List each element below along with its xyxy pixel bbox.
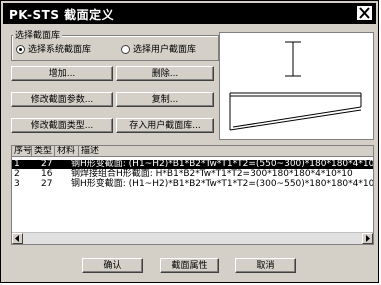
horizontal-scrollbar[interactable] xyxy=(12,232,373,244)
system-library-radio-label: 选择系统截面库 xyxy=(28,45,92,55)
ok-button[interactable]: 确认 xyxy=(82,258,143,273)
row-material: 钢 xyxy=(71,179,81,189)
section-properties-button[interactable]: 截面属性 xyxy=(160,258,219,273)
table-row[interactable]: 2 16 钢 焊接组合H形截面: H*B1*B2*Tw*T1*T2=300*18… xyxy=(12,170,373,179)
list-header: 序号 类型 材料 描述 xyxy=(12,146,373,157)
window-title: PK-STS 截面定义 xyxy=(9,8,115,22)
close-icon xyxy=(359,7,370,19)
modify-type-button[interactable]: 修改截面类型... xyxy=(11,118,113,133)
row-description: H形变截面: (H1~H2)*B1*B2*Tw*T1*T2=(550~300)*… xyxy=(80,159,374,169)
modify-params-button[interactable]: 修改截面参数... xyxy=(11,92,113,107)
column-header-description[interactable]: 描述 xyxy=(79,146,373,156)
column-header-material[interactable]: 材料 xyxy=(55,146,79,156)
h-section-icon xyxy=(285,41,301,77)
row-type: 16 xyxy=(41,169,53,179)
row-description: 焊接组合H形截面: H*B1*B2*Tw*T1*T2=300*180*180*4… xyxy=(80,169,353,179)
cancel-button[interactable]: 取消 xyxy=(235,258,296,273)
copy-button[interactable]: 复制... xyxy=(116,92,214,107)
scroll-left-button[interactable] xyxy=(12,233,23,244)
column-header-index[interactable]: 序号 xyxy=(12,146,32,156)
row-index: 3 xyxy=(14,179,20,189)
delete-button[interactable]: 删除... xyxy=(116,66,214,81)
column-header-type[interactable]: 类型 xyxy=(32,146,55,156)
section-library-group-label: 选择截面库 xyxy=(13,28,63,41)
section-drawing xyxy=(229,41,362,131)
arrow-left-icon xyxy=(15,235,19,242)
section-list[interactable]: 序号 类型 材料 描述 1 27 钢 H形变截面: (H1~H2)*B1*B2*… xyxy=(11,145,374,245)
table-row[interactable]: 1 27 钢 H形变截面: (H1~H2)*B1*B2*Tw*T1*T2=(55… xyxy=(12,160,373,169)
section-definition-dialog: PK-STS 截面定义 选择截面库 选择系统截面库 选择用户截面库 增加... … xyxy=(0,0,379,283)
section-preview xyxy=(219,32,374,140)
radio-indicator[interactable] xyxy=(16,45,25,54)
title-bar[interactable]: PK-STS 截面定义 xyxy=(3,3,376,24)
user-library-radio-label: 选择用户截面库 xyxy=(133,45,197,55)
close-button[interactable] xyxy=(356,5,373,21)
scroll-right-button[interactable] xyxy=(362,233,373,244)
row-type: 27 xyxy=(41,179,53,189)
save-to-user-library-button[interactable]: 存入用户截面库... xyxy=(116,118,214,133)
elevation-drawing xyxy=(229,92,362,131)
row-index: 2 xyxy=(14,169,20,179)
radio-indicator[interactable] xyxy=(121,45,130,54)
row-material: 钢 xyxy=(71,169,81,179)
row-material: 钢 xyxy=(71,159,81,169)
row-description: H形变截面: (H1~H2)*B1*B2*Tw*T1*T2=(300~550)*… xyxy=(80,179,374,189)
table-row[interactable]: 3 27 钢 H形变截面: (H1~H2)*B1*B2*Tw*T1*T2=(30… xyxy=(12,180,373,189)
add-button[interactable]: 增加... xyxy=(11,66,113,81)
row-index: 1 xyxy=(14,159,20,169)
user-library-radio[interactable]: 选择用户截面库 xyxy=(121,42,196,55)
arrow-right-icon xyxy=(366,235,370,242)
row-type: 27 xyxy=(41,159,53,169)
system-library-radio[interactable]: 选择系统截面库 xyxy=(16,42,91,55)
